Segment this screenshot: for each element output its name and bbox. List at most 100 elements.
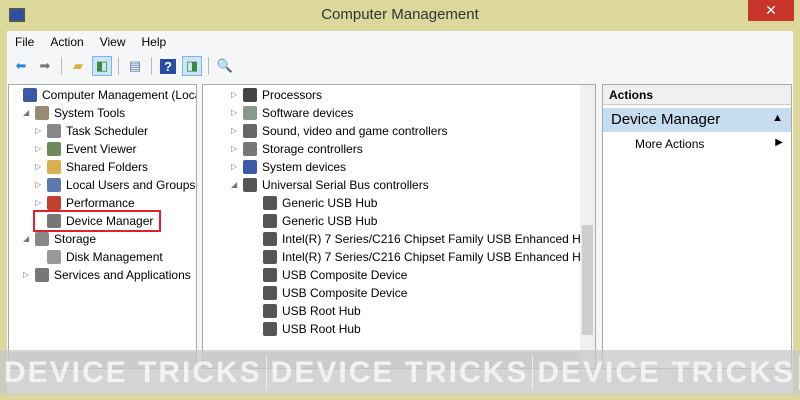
close-button[interactable]: ✕ [748,0,794,21]
expand-arrow-icon[interactable]: ◢ [231,176,243,194]
tree-item-label: Generic USB Hub [282,214,378,228]
expand-arrow-icon[interactable]: ◢ [23,230,35,248]
tree-item-label: Task Scheduler [66,124,149,138]
device-vertical-scrollbar[interactable] [580,85,595,368]
tree-item[interactable]: ▷ Task Scheduler [35,122,148,140]
actions-section-device-manager[interactable]: Device Manager ▲ [603,108,791,132]
properties-icon[interactable]: ▤ [125,56,145,76]
more-actions[interactable]: More Actions ▶ [635,137,783,151]
tree-item[interactable]: Generic USB Hub [251,194,377,212]
tree-item-label: Software devices [262,106,354,120]
tree-item-label: Event Viewer [66,142,137,156]
node-icon [263,268,277,282]
node-icon [47,196,61,210]
tree-item[interactable]: Disk Management [35,248,163,266]
expand-arrow-icon[interactable]: ▷ [35,176,47,194]
help-icon[interactable]: ? [158,56,178,76]
tree-item-label: Intel(R) 7 Series/C216 Chipset Family US… [282,250,596,264]
tree-item[interactable]: ▷ Shared Folders [35,158,148,176]
tree-item[interactable]: ▷ Performance [35,194,135,212]
tree-item[interactable]: ▷ Storage controllers [231,140,363,158]
node-icon [243,106,257,120]
scan-hardware-icon[interactable]: 🔍 [215,56,235,76]
tree-item-label: Universal Serial Bus controllers [262,178,429,192]
tree-item-label: USB Root Hub [282,304,361,318]
expand-arrow-icon[interactable]: ▷ [231,86,243,104]
tree-item[interactable]: USB Composite Device [251,284,407,302]
tree-item[interactable]: ◢ Universal Serial Bus controllers [231,176,429,194]
forward-icon[interactable]: ➡ [35,56,55,76]
toolbar: ⬅ ➡ ▰ ◧ ▤ ? ◨ 🔍 [7,53,235,79]
tree-item[interactable]: Device Manager [32,210,162,232]
node-icon [47,124,61,138]
window-title: Computer Management [321,6,479,23]
tree-item-label: Local Users and Groups [66,178,196,192]
title-bar: Computer Management ✕ [0,0,800,31]
expand-arrow-icon[interactable]: ▷ [35,194,47,212]
expand-arrow-icon[interactable]: ▷ [35,122,47,140]
tree-item[interactable]: Computer Management (Local [11,86,196,104]
node-icon [243,124,257,138]
tree-item[interactable]: ▷ System devices [231,158,346,176]
actions-pane: Actions Device Manager ▲ More Actions ▶ [602,84,792,369]
node-icon [243,142,257,156]
node-icon [47,250,61,264]
console-tree: Computer Management (Local ◢ System Tools ▷… [8,84,197,369]
tree-item[interactable]: ▷ Software devices [231,104,353,122]
watermark: DEVICE TRICKS DEVICE TRICKS DEVICE TRICK… [0,350,800,395]
node-icon [47,160,61,174]
expand-arrow-icon[interactable]: ▷ [231,122,243,140]
up-folder-icon[interactable]: ▰ [68,56,88,76]
expand-arrow-icon[interactable]: ▷ [35,140,47,158]
expand-arrow-icon[interactable]: ▷ [35,158,47,176]
expand-arrow-icon[interactable]: ▷ [23,266,35,284]
show-hide-action-pane-icon[interactable]: ◨ [182,56,202,76]
tree-item-label: System Tools [54,106,126,120]
tree-item-label: Sound, video and game controllers [262,124,448,138]
expand-arrow-icon[interactable]: ▷ [231,140,243,158]
tree-item[interactable]: USB Root Hub [251,302,361,320]
menu-view[interactable]: View [92,33,134,53]
collapse-icon[interactable]: ▲ [772,112,783,124]
tree-item[interactable]: ▷ Services and Applications [23,266,191,284]
node-icon [23,88,37,102]
tree-item-label: Services and Applications [54,268,191,282]
menu-file[interactable]: File [7,33,42,53]
tree-item-label: Disk Management [66,250,163,264]
tree-item[interactable]: USB Root Hub [251,320,361,338]
tree-item-label: Generic USB Hub [282,196,378,210]
tree-item-label: Storage [54,232,97,246]
tree-item[interactable]: ◢ Storage [23,230,96,248]
tree-item-label: Storage controllers [262,142,363,156]
tree-item[interactable]: Intel(R) 7 Series/C216 Chipset Family US… [251,248,596,266]
tree-item-label: Intel(R) 7 Series/C216 Chipset Family US… [282,232,596,246]
menu-action[interactable]: Action [42,33,91,53]
tree-item[interactable]: ▷ Event Viewer [35,140,136,158]
tree-item[interactable]: ▷ Local Users and Groups [35,176,195,194]
tree-item-label: Shared Folders [66,160,149,174]
expand-arrow-icon[interactable]: ◢ [23,104,35,122]
node-icon [263,196,277,210]
node-icon [47,142,61,156]
tree-item[interactable]: ▷ Processors [231,86,322,104]
node-icon [47,178,61,192]
tree-item-label: Processors [262,88,323,102]
expand-arrow-icon[interactable]: ▷ [231,158,243,176]
menu-help[interactable]: Help [134,33,175,53]
node-icon [243,160,257,174]
back-icon[interactable]: ⬅ [11,56,31,76]
tree-item[interactable]: ◢ System Tools [23,104,125,122]
tree-item[interactable]: Intel(R) 7 Series/C216 Chipset Family US… [251,230,596,248]
show-hide-tree-icon[interactable]: ◧ [92,56,112,76]
tree-item[interactable]: Generic USB Hub [251,212,377,230]
tree-item[interactable]: ▷ Sound, video and game controllers [231,122,447,140]
node-icon [263,214,277,228]
tree-item[interactable]: USB Composite Device [251,266,407,284]
watermark-text: DEVICE TRICKS [533,355,800,390]
node-icon [35,268,49,282]
actions-header: Actions [603,85,791,105]
tree-item-label: USB Composite Device [282,286,408,300]
expand-arrow-icon[interactable]: ▷ [231,104,243,122]
node-icon [47,214,61,228]
node-icon [263,322,277,336]
